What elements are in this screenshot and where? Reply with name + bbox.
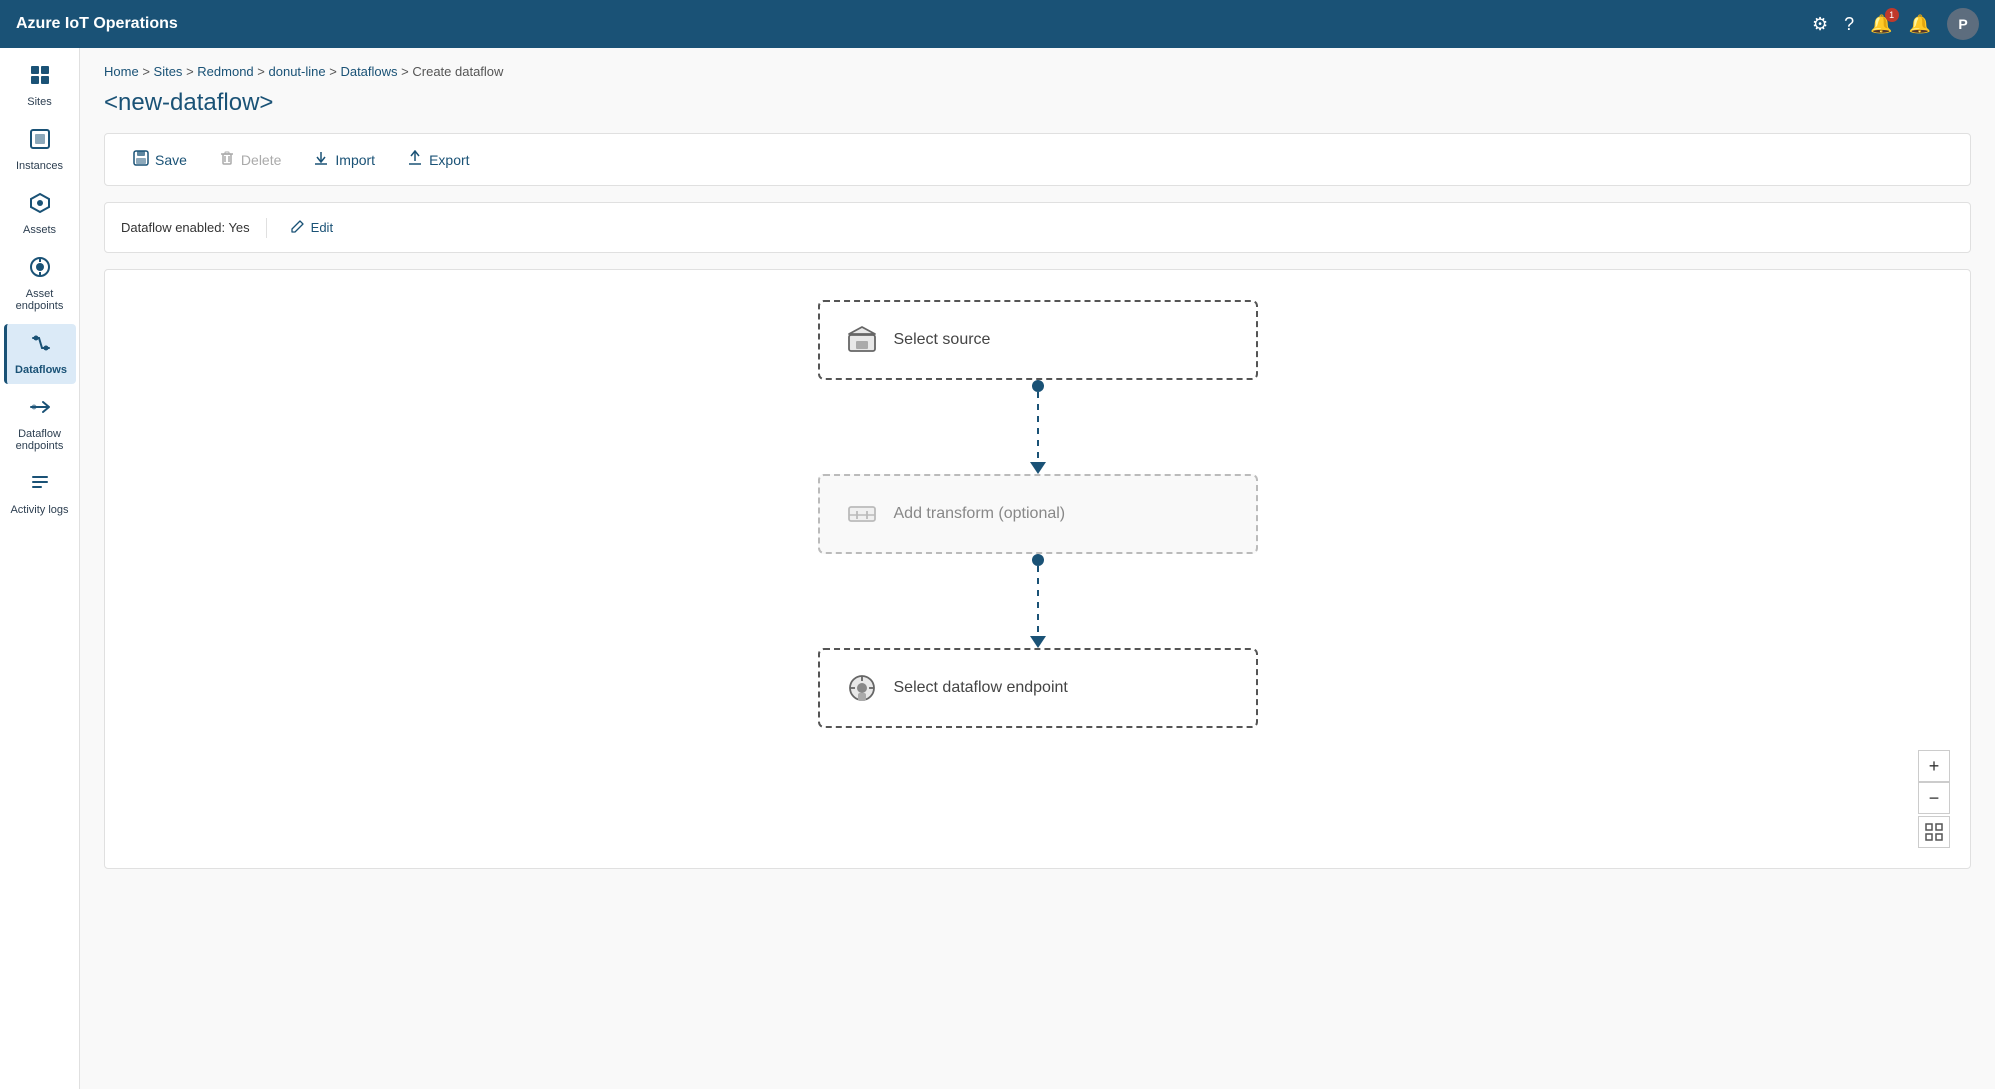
edit-label: Edit [311, 220, 333, 235]
edit-button[interactable]: Edit [283, 215, 341, 240]
sidebar-item-dataflow-endpoints[interactable]: Dataflow endpoints [4, 388, 76, 460]
import-button[interactable]: Import [301, 144, 387, 175]
endpoint-node[interactable]: Select dataflow endpoint [818, 648, 1258, 728]
breadcrumb-home[interactable]: Home [104, 64, 139, 79]
sidebar-item-dataflow-endpoints-label: Dataflow endpoints [8, 428, 72, 452]
delete-button[interactable]: Delete [207, 144, 293, 175]
connector-line-1 [1037, 392, 1039, 462]
connector-1 [1030, 380, 1046, 474]
connector-line-2 [1037, 566, 1039, 636]
sidebar-item-activity-logs[interactable]: Activity logs [4, 464, 76, 524]
zoom-controls: + − [1918, 750, 1950, 848]
settings-icon[interactable]: ⚙ [1812, 14, 1828, 35]
import-icon [313, 150, 329, 169]
app-title: Azure IoT Operations [16, 15, 1800, 33]
zoom-out-button[interactable]: − [1918, 782, 1950, 814]
source-node-icon [844, 322, 880, 358]
endpoint-node-label: Select dataflow endpoint [894, 679, 1068, 697]
sidebar: Sites Instances Assets Asset endpoints D [0, 48, 80, 1089]
instances-icon [29, 128, 51, 156]
breadcrumb-donut-line[interactable]: donut-line [269, 64, 326, 79]
notifications-icon[interactable]: 🔔 1 [1870, 14, 1892, 35]
breadcrumb-dataflows[interactable]: Dataflows [340, 64, 397, 79]
export-label: Export [429, 152, 469, 168]
breadcrumb-sites[interactable]: Sites [154, 64, 183, 79]
sidebar-item-sites[interactable]: Sites [4, 56, 76, 116]
alerts-icon[interactable]: 🔔 [1909, 14, 1931, 35]
save-icon [133, 150, 149, 169]
delete-icon [219, 150, 235, 169]
help-icon[interactable]: ? [1844, 14, 1854, 35]
breadcrumb-redmond[interactable]: Redmond [197, 64, 253, 79]
save-label: Save [155, 152, 187, 168]
transform-node[interactable]: Add transform (optional) [818, 474, 1258, 554]
topbar-icons: ⚙ ? 🔔 1 🔔 P [1812, 8, 1979, 40]
connector-arrow-2 [1030, 636, 1046, 648]
zoom-in-button[interactable]: + [1918, 750, 1950, 782]
topbar: Azure IoT Operations ⚙ ? 🔔 1 🔔 P [0, 0, 1995, 48]
delete-label: Delete [241, 152, 281, 168]
sidebar-item-asset-endpoints-label: Asset endpoints [8, 288, 72, 312]
zoom-fit-button[interactable] [1918, 816, 1950, 848]
sidebar-item-assets-label: Assets [23, 224, 56, 236]
sites-icon [29, 64, 51, 92]
sidebar-item-activity-logs-label: Activity logs [10, 504, 68, 516]
export-icon [407, 150, 423, 169]
page-title: <new-dataflow> [104, 89, 1971, 117]
connector-2 [1030, 554, 1046, 648]
flow-canvas: Select source [104, 269, 1971, 869]
content-inner: Home > Sites > Redmond > donut-line > Da… [80, 48, 1995, 1089]
sidebar-item-instances-label: Instances [16, 160, 63, 172]
sidebar-item-instances[interactable]: Instances [4, 120, 76, 180]
status-bar: Dataflow enabled: Yes Edit [104, 202, 1971, 253]
sidebar-item-dataflows-label: Dataflows [15, 364, 67, 376]
breadcrumb-current: Create dataflow [412, 64, 503, 79]
status-divider [266, 218, 267, 238]
assets-icon [29, 192, 51, 220]
avatar[interactable]: P [1947, 8, 1979, 40]
transform-node-label: Add transform (optional) [894, 505, 1066, 523]
source-node-label: Select source [894, 331, 991, 349]
breadcrumb: Home > Sites > Redmond > donut-line > Da… [104, 64, 1971, 79]
export-button[interactable]: Export [395, 144, 481, 175]
import-label: Import [335, 152, 375, 168]
sidebar-item-dataflows[interactable]: Dataflows [4, 324, 76, 384]
toolbar: Save Delete Import [104, 133, 1971, 186]
content: Home > Sites > Redmond > donut-line > Da… [80, 48, 1995, 1089]
activity-logs-icon [29, 472, 51, 500]
connector-dot-2 [1032, 554, 1044, 566]
status-text: Dataflow enabled: Yes [121, 220, 250, 235]
sidebar-item-sites-label: Sites [27, 96, 51, 108]
notification-badge: 1 [1885, 8, 1899, 22]
asset-endpoints-icon [29, 256, 51, 284]
transform-node-icon [844, 496, 880, 532]
endpoint-node-icon [844, 670, 880, 706]
connector-arrow-1 [1030, 462, 1046, 474]
sidebar-item-asset-endpoints[interactable]: Asset endpoints [4, 248, 76, 320]
dataflows-icon [30, 332, 52, 360]
edit-icon [291, 219, 305, 236]
source-node[interactable]: Select source [818, 300, 1258, 380]
main-layout: Sites Instances Assets Asset endpoints D [0, 48, 1995, 1089]
save-button[interactable]: Save [121, 144, 199, 175]
dataflow-endpoints-icon [29, 396, 51, 424]
connector-dot-1 [1032, 380, 1044, 392]
sidebar-item-assets[interactable]: Assets [4, 184, 76, 244]
